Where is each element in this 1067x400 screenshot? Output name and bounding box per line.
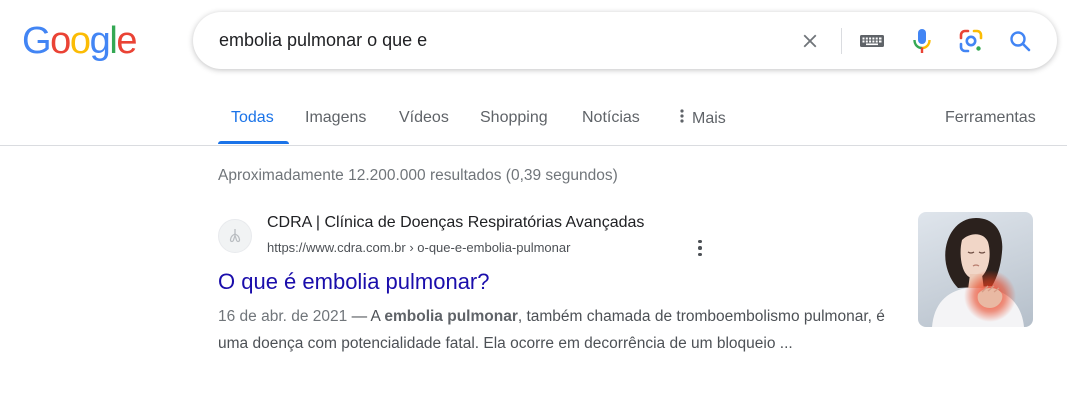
- result-date: 16 de abr. de 2021: [218, 308, 348, 325]
- result-url[interactable]: https://www.cdra.com.br › o-que-e-emboli…: [267, 239, 570, 257]
- google-logo[interactable]: Google: [22, 19, 138, 63]
- logo-letter: g: [89, 20, 111, 62]
- result-thumbnail[interactable]: [918, 212, 1033, 327]
- tabs-divider: [0, 145, 1067, 146]
- result-title-link[interactable]: O que é embolia pulmonar?: [218, 268, 490, 296]
- keyboard-icon[interactable]: [857, 26, 887, 56]
- search-box-divider: [841, 28, 842, 54]
- microphone-icon[interactable]: [907, 26, 937, 56]
- search-input[interactable]: embolia pulmonar o que e: [219, 29, 427, 51]
- logo-letter: l: [109, 20, 117, 62]
- search-box[interactable]: embolia pulmonar o que e: [193, 12, 1057, 69]
- woman-chest-pain-image: [932, 218, 1024, 327]
- tools-button[interactable]: Ferramentas: [945, 108, 1036, 128]
- tab-mais-label: Mais: [692, 110, 726, 128]
- tab-videos[interactable]: Vídeos: [399, 108, 449, 128]
- search-tabs: Todas Imagens Vídeos Shopping Notícias M…: [0, 100, 1067, 146]
- close-icon[interactable]: [795, 26, 825, 56]
- site-favicon[interactable]: [218, 219, 252, 253]
- logo-letter: e: [116, 20, 137, 62]
- result-snippet: 16 de abr. de 2021 — A embolia pulmonar,…: [218, 303, 894, 357]
- logo-letter: o: [50, 20, 71, 62]
- tab-shopping[interactable]: Shopping: [480, 108, 548, 128]
- result-options-icon[interactable]: [690, 236, 710, 260]
- result-site-name[interactable]: CDRA | Clínica de Doenças Respiratórias …: [267, 213, 644, 233]
- lungs-icon: [229, 229, 241, 243]
- logo-letter: G: [22, 20, 52, 62]
- tab-imagens[interactable]: Imagens: [305, 108, 366, 128]
- lens-icon[interactable]: [956, 26, 986, 56]
- search-icon[interactable]: [1005, 26, 1035, 56]
- logo-letter: o: [69, 20, 91, 62]
- more-vert-icon: [680, 108, 684, 130]
- tab-todas[interactable]: Todas: [231, 108, 274, 128]
- active-tab-indicator: [218, 141, 289, 144]
- google-search-results-page: Google embolia pulmonar o que e Todas Im…: [0, 0, 1067, 400]
- tab-mais[interactable]: Mais: [680, 108, 726, 130]
- result-stats: Aproximadamente 12.200.000 resultados (0…: [218, 167, 618, 184]
- snippet-highlight: embolia pulmonar: [384, 308, 518, 325]
- tab-noticias[interactable]: Notícias: [582, 108, 640, 128]
- snippet-sep: — A: [347, 308, 385, 325]
